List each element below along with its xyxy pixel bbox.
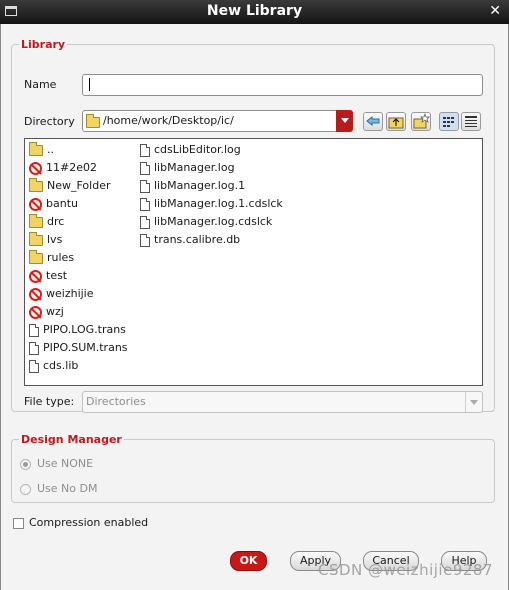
title-bar: New Library ✕ [0,0,509,24]
list-item-label: PIPO.SUM.trans [43,341,128,354]
file-icon [29,341,39,355]
directory-path: /home/work/Desktop/ic/ [103,114,234,127]
file-icon [140,215,150,229]
up-folder-button[interactable] [386,112,406,131]
list-item[interactable]: PIPO.SUM.trans [29,339,128,357]
file-type-label: File type: [24,395,75,408]
list-item-label: libManager.log [154,161,235,174]
list-view-icon [443,117,454,127]
list-item-label: New_Folder [47,179,111,192]
list-item[interactable]: test [29,267,67,285]
new-folder-button[interactable] [411,112,431,131]
list-item[interactable]: libManager.log.1 [140,177,245,195]
list-item[interactable]: bantu [29,195,78,213]
list-item-label: cds.lib [43,359,79,372]
list-item-label: rules [47,251,75,264]
list-item[interactable]: cds.lib [29,357,78,375]
list-item-label: libManager.log.cdslck [154,215,273,228]
back-icon [366,115,380,127]
list-item[interactable]: wzj [29,303,64,321]
folder-icon [86,114,100,128]
folder-icon [29,141,43,156]
file-type-combo[interactable]: Directories [82,391,483,413]
list-item[interactable]: 11#2e02 [29,159,97,177]
list-item-label: lvs [47,233,63,246]
use-none-label: Use NONE [37,457,94,470]
file-list[interactable]: .. 11#2e02 New_Folderbantu drc lvs rules test w… [24,138,483,386]
list-item[interactable]: libManager.log.1.cdslck [140,195,283,213]
use-no-dm-radio[interactable] [20,484,31,495]
list-item[interactable]: cdsLibEditor.log [140,141,241,159]
window-title: New Library [206,3,303,19]
list-item[interactable]: PIPO.LOG.trans [29,321,126,339]
list-item[interactable]: weizhijie [29,285,94,303]
folder-icon [29,177,43,192]
detail-view-button[interactable] [461,112,481,131]
name-input[interactable] [82,74,483,96]
list-item[interactable]: drc [29,213,64,231]
file-icon [140,233,150,247]
list-item-label: 11#2e02 [46,161,97,174]
no-entry-icon [29,269,42,283]
library-group-title: Library [19,38,68,51]
no-entry-icon [29,161,42,175]
text-caret [89,78,90,91]
watermark: CSDN @weizhijie9287 [318,561,493,579]
no-entry-icon [29,305,42,319]
list-item-label: weizhijie [46,287,94,300]
list-item-label: bantu [46,197,78,210]
detail-view-icon [465,116,477,127]
compression-label: Compression enabled [29,516,149,529]
back-button[interactable] [363,112,383,131]
no-entry-icon [29,287,42,301]
file-icon [29,359,39,373]
list-item-label: cdsLibEditor.log [154,143,241,156]
new-folder-icon [413,112,430,129]
folder-icon [29,213,43,228]
list-item[interactable]: rules [29,249,74,267]
folder-icon [29,249,43,264]
list-item-label: PIPO.LOG.trans [43,323,126,336]
design-manager-title: Design Manager [19,433,124,446]
list-item[interactable]: .. [29,141,54,159]
up-folder-icon [388,117,404,129]
file-icon [140,143,150,157]
folder-icon [29,231,43,246]
directory-combo[interactable]: /home/work/Desktop/ic/ [82,110,353,132]
list-item-label: wzj [46,305,64,318]
list-item[interactable]: libManager.log [140,159,235,177]
list-item-label: libManager.log.1.cdslck [154,197,283,210]
directory-label: Directory [24,115,75,128]
file-icon [140,197,150,211]
no-entry-icon [29,197,42,211]
list-item[interactable]: libManager.log.cdslck [140,213,272,231]
chevron-down-icon [465,392,482,412]
design-manager-group: Design Manager Use NONE Use No DM [11,433,495,503]
file-type-value: Directories [86,395,146,408]
compression-checkbox[interactable] [13,518,24,529]
name-label: Name [24,78,57,91]
use-no-dm-label: Use No DM [37,482,98,495]
file-icon [140,161,150,175]
file-icon [140,179,150,193]
list-view-button[interactable] [439,112,459,131]
use-none-radio[interactable] [20,459,31,470]
list-item-label: trans.calibre.db [154,233,241,246]
list-item-label: test [46,269,68,282]
list-item-label: libManager.log.1 [154,179,246,192]
dialog-body: Library Name Directory /home/work/Deskto… [0,24,509,590]
chevron-down-icon[interactable] [336,110,353,132]
ok-button[interactable]: OK [230,551,267,571]
file-icon [29,323,39,337]
list-item[interactable]: lvs [29,231,62,249]
list-item[interactable]: New_Folder [29,177,111,195]
library-group: Library Name Directory /home/work/Deskto… [11,38,495,413]
close-icon[interactable]: ✕ [489,3,501,19]
list-item[interactable]: trans.calibre.db [140,231,240,249]
list-item-label: .. [47,143,54,156]
list-item-label: drc [47,215,65,228]
